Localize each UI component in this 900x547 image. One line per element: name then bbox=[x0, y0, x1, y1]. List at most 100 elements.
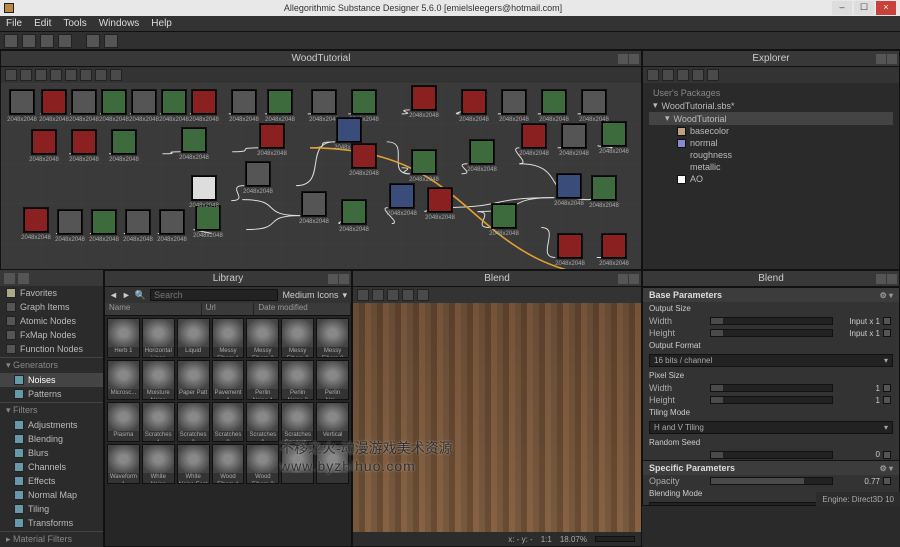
explorer-tool-icon[interactable] bbox=[707, 69, 719, 81]
slider-height[interactable] bbox=[710, 329, 833, 337]
chevron-left-icon[interactable]: ◄ bbox=[109, 290, 118, 300]
graph-node[interactable]: 2048x2048 bbox=[591, 175, 617, 201]
slider-px-width[interactable] bbox=[710, 384, 833, 392]
graph-node[interactable]: 2048x2048 bbox=[557, 233, 583, 259]
nav-blending[interactable]: Blending bbox=[0, 432, 103, 446]
graph-node[interactable]: 2048x2048 bbox=[41, 89, 67, 115]
tool-export-icon[interactable] bbox=[86, 34, 100, 48]
library-thumb[interactable]: Perlin Noise 1 bbox=[246, 360, 279, 400]
pin-icon[interactable] bbox=[883, 451, 891, 459]
graph-node[interactable]: 2048x2048 bbox=[601, 121, 627, 147]
libnav-tool-icon[interactable] bbox=[4, 273, 15, 284]
nav-normal-map[interactable]: Normal Map bbox=[0, 488, 103, 502]
preview-tool-icon[interactable] bbox=[387, 289, 399, 301]
graph-tool-icon[interactable] bbox=[95, 69, 107, 81]
graph-node[interactable]: 2048x2048 bbox=[427, 187, 453, 213]
library-thumb[interactable]: Scratches 3 bbox=[212, 402, 245, 442]
pin-icon[interactable] bbox=[883, 317, 891, 325]
panel-close-icon[interactable] bbox=[887, 54, 897, 64]
nav-patterns[interactable]: Patterns bbox=[0, 387, 103, 401]
graph-tool-icon[interactable] bbox=[20, 69, 32, 81]
graph-node[interactable]: 2048x2048 bbox=[159, 209, 185, 235]
panel-close-icon[interactable] bbox=[887, 274, 897, 284]
explorer-tool-icon[interactable] bbox=[662, 69, 674, 81]
panel-close-icon[interactable] bbox=[629, 274, 639, 284]
window-close-button[interactable]: × bbox=[876, 1, 896, 15]
tool-saveall-icon[interactable] bbox=[58, 34, 72, 48]
graph-node[interactable]: 2048x2048 bbox=[91, 209, 117, 235]
graph-node[interactable]: 2048x2048 bbox=[125, 209, 151, 235]
tool-new-icon[interactable] bbox=[4, 34, 18, 48]
graph-node[interactable]: 2048x2048 bbox=[245, 161, 271, 187]
pin-icon[interactable] bbox=[883, 329, 891, 337]
pin-icon[interactable] bbox=[883, 477, 891, 485]
explorer-tool-icon[interactable] bbox=[677, 69, 689, 81]
combo-output-format[interactable]: 16 bits / channel▾ bbox=[649, 354, 893, 367]
panel-close-icon[interactable] bbox=[629, 54, 639, 64]
library-thumb[interactable]: Vertical bbox=[316, 402, 349, 442]
combo-tiling[interactable]: H and V Tiling▾ bbox=[649, 421, 893, 434]
graph-node[interactable]: 2048x2048 bbox=[111, 129, 137, 155]
menu-edit[interactable]: Edit bbox=[34, 18, 51, 29]
graph-node[interactable]: 2048x2048 bbox=[561, 123, 587, 149]
library-thumb[interactable]: Messy Fibers 3 bbox=[281, 318, 314, 358]
panel-undock-icon[interactable] bbox=[328, 274, 338, 284]
graph-node[interactable]: 2048x2048 bbox=[71, 129, 97, 155]
graph-node[interactable]: 2048x2048 bbox=[411, 149, 437, 175]
tree-root[interactable]: ▾WoodTutorial.sbs* bbox=[649, 99, 893, 112]
panel-close-icon[interactable] bbox=[339, 274, 349, 284]
graph-node[interactable]: 2048x2048 bbox=[267, 89, 293, 115]
library-thumb[interactable]: Scratches Generator bbox=[281, 402, 314, 442]
library-thumb[interactable]: Wood Fibers 1 bbox=[212, 444, 245, 484]
nav-effects[interactable]: Effects bbox=[0, 474, 103, 488]
graph-node[interactable]: 2048x2048 bbox=[311, 89, 337, 115]
tool-open-icon[interactable] bbox=[22, 34, 36, 48]
section-specific-parameters[interactable]: Specific Parameters⚙ ▾ bbox=[643, 461, 899, 475]
tree-output[interactable]: metallic bbox=[649, 161, 893, 173]
col-url[interactable]: Url bbox=[202, 303, 255, 315]
graph-node[interactable]: 2048x2048 bbox=[191, 89, 217, 115]
tree-output[interactable]: basecolor bbox=[649, 125, 893, 137]
graph-node[interactable]: 2048x2048 bbox=[181, 127, 207, 153]
slider-px-height[interactable] bbox=[710, 396, 833, 404]
nav-function-nodes[interactable]: Function Nodes bbox=[0, 342, 103, 356]
graph-node[interactable]: 2048x2048 bbox=[301, 191, 327, 217]
library-thumb[interactable]: Scratches 2 bbox=[177, 402, 210, 442]
graph-node[interactable]: 2048x2048 bbox=[23, 207, 49, 233]
library-thumb[interactable]: Scratches 3 bbox=[246, 402, 279, 442]
graph-tool-icon[interactable] bbox=[110, 69, 122, 81]
library-thumb[interactable]: White Noise Fast bbox=[177, 444, 210, 484]
graph-tool-icon[interactable] bbox=[50, 69, 62, 81]
library-thumb[interactable]: Waveform 1 bbox=[107, 444, 140, 484]
graph-node[interactable]: 2048x2048 bbox=[521, 123, 547, 149]
viewmode-select[interactable]: Medium Icons bbox=[282, 290, 338, 300]
library-thumb[interactable]: Scratches 1 bbox=[142, 402, 175, 442]
nav-favorites[interactable]: Favorites bbox=[0, 286, 103, 300]
menu-tools[interactable]: Tools bbox=[63, 18, 86, 29]
library-thumb[interactable]: Pavement 1 bbox=[212, 360, 245, 400]
zoom-slider[interactable] bbox=[595, 536, 635, 542]
graph-node[interactable]: 2048x2048 bbox=[101, 89, 127, 115]
graph-node[interactable]: 2048x2048 bbox=[581, 89, 607, 115]
preview-2d-view[interactable] bbox=[353, 303, 641, 532]
chevron-right-icon[interactable]: ► bbox=[122, 290, 131, 300]
graph-node[interactable]: 2048x2048 bbox=[491, 203, 517, 229]
col-name[interactable]: Name bbox=[105, 303, 202, 315]
graph-tool-icon[interactable] bbox=[80, 69, 92, 81]
panel-undock-icon[interactable] bbox=[618, 274, 628, 284]
window-minimize-button[interactable]: – bbox=[832, 1, 852, 15]
tree-graph[interactable]: ▾WoodTutorial bbox=[649, 112, 893, 125]
pin-icon[interactable] bbox=[883, 396, 891, 404]
library-thumb[interactable]: Perlin Noise 2 bbox=[281, 360, 314, 400]
libnav-tool-icon[interactable] bbox=[18, 273, 29, 284]
preview-tool-icon[interactable] bbox=[402, 289, 414, 301]
library-thumb[interactable]: Messy Fibers 1 bbox=[212, 318, 245, 358]
graph-node[interactable]: 2048x2048 bbox=[71, 89, 97, 115]
nav-fxmap-nodes[interactable]: FxMap Nodes bbox=[0, 328, 103, 342]
explorer-tool-icon[interactable] bbox=[692, 69, 704, 81]
section-base-parameters[interactable]: Base Parameters⚙ ▾ bbox=[643, 288, 899, 302]
graph-node[interactable]: 2048x2048 bbox=[469, 139, 495, 165]
library-thumb[interactable]: Microsc... bbox=[107, 360, 140, 400]
menu-file[interactable]: File bbox=[6, 18, 22, 29]
graph-node[interactable]: 2048x2048 bbox=[57, 209, 83, 235]
